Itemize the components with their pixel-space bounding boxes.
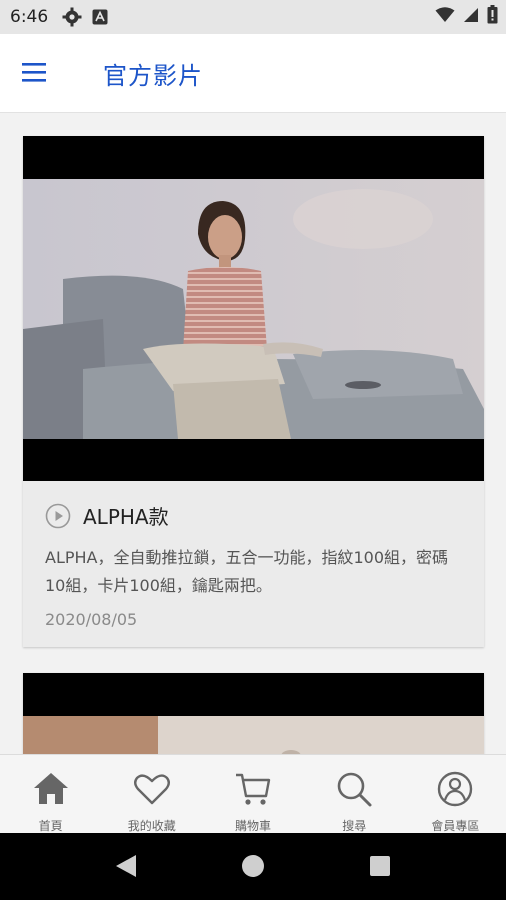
video-card[interactable]: ALPHA款 ALPHA，全自動推拉鎖，五合一功能，指紋100組，密碼10組，卡…	[23, 136, 484, 647]
app-bar: 官方影片	[0, 34, 506, 113]
system-navigation-bar	[0, 833, 506, 900]
video-thumbnail	[23, 716, 484, 754]
video-date: 2020/08/05	[45, 610, 138, 629]
nav-search[interactable]: 搜尋	[304, 755, 405, 833]
status-time: 6:46	[10, 7, 49, 27]
nav-home[interactable]: 首頁	[0, 755, 101, 833]
heart-icon	[132, 769, 172, 813]
user-icon	[435, 769, 475, 813]
settings-gear-icon	[62, 7, 82, 27]
video-description: ALPHA，全自動推拉鎖，五合一功能，指紋100組，密碼10組，卡片100組，鑰…	[45, 548, 449, 595]
video-player[interactable]	[23, 673, 484, 754]
nav-label: 會員專區	[431, 819, 480, 833]
video-player[interactable]	[23, 136, 484, 481]
nav-label: 首頁	[38, 819, 63, 833]
video-list[interactable]: ALPHA款 ALPHA，全自動推拉鎖，五合一功能，指紋100組，密碼10組，卡…	[0, 114, 506, 754]
video-title[interactable]: ALPHA款	[83, 501, 169, 530]
home-icon	[31, 769, 71, 813]
nav-label: 我的收藏	[127, 819, 176, 833]
battery-icon	[487, 5, 498, 29]
wifi-icon	[435, 6, 455, 28]
nav-label: 購物車	[235, 819, 272, 833]
nav-member[interactable]: 會員專區	[405, 755, 506, 833]
status-bar: 6:46	[0, 0, 506, 34]
page-title: 官方影片	[103, 62, 203, 90]
nav-favorites[interactable]: 我的收藏	[101, 755, 202, 833]
signal-icon	[463, 7, 479, 28]
hamburger-menu-icon[interactable]	[22, 58, 56, 88]
back-icon[interactable]	[114, 853, 138, 883]
video-card[interactable]	[23, 673, 484, 754]
nav-cart[interactable]: 購物車	[202, 755, 303, 833]
bottom-navigation: 首頁 我的收藏 購物車 搜尋 會員專區	[0, 754, 506, 833]
nav-label: 搜尋	[342, 819, 367, 833]
play-circle-icon[interactable]	[45, 503, 71, 529]
home-circle-icon[interactable]	[241, 854, 265, 882]
video-thumbnail	[23, 179, 484, 439]
text-a-icon	[92, 9, 108, 25]
cart-icon	[233, 769, 273, 813]
recents-icon[interactable]	[369, 855, 391, 881]
search-icon	[334, 769, 374, 813]
